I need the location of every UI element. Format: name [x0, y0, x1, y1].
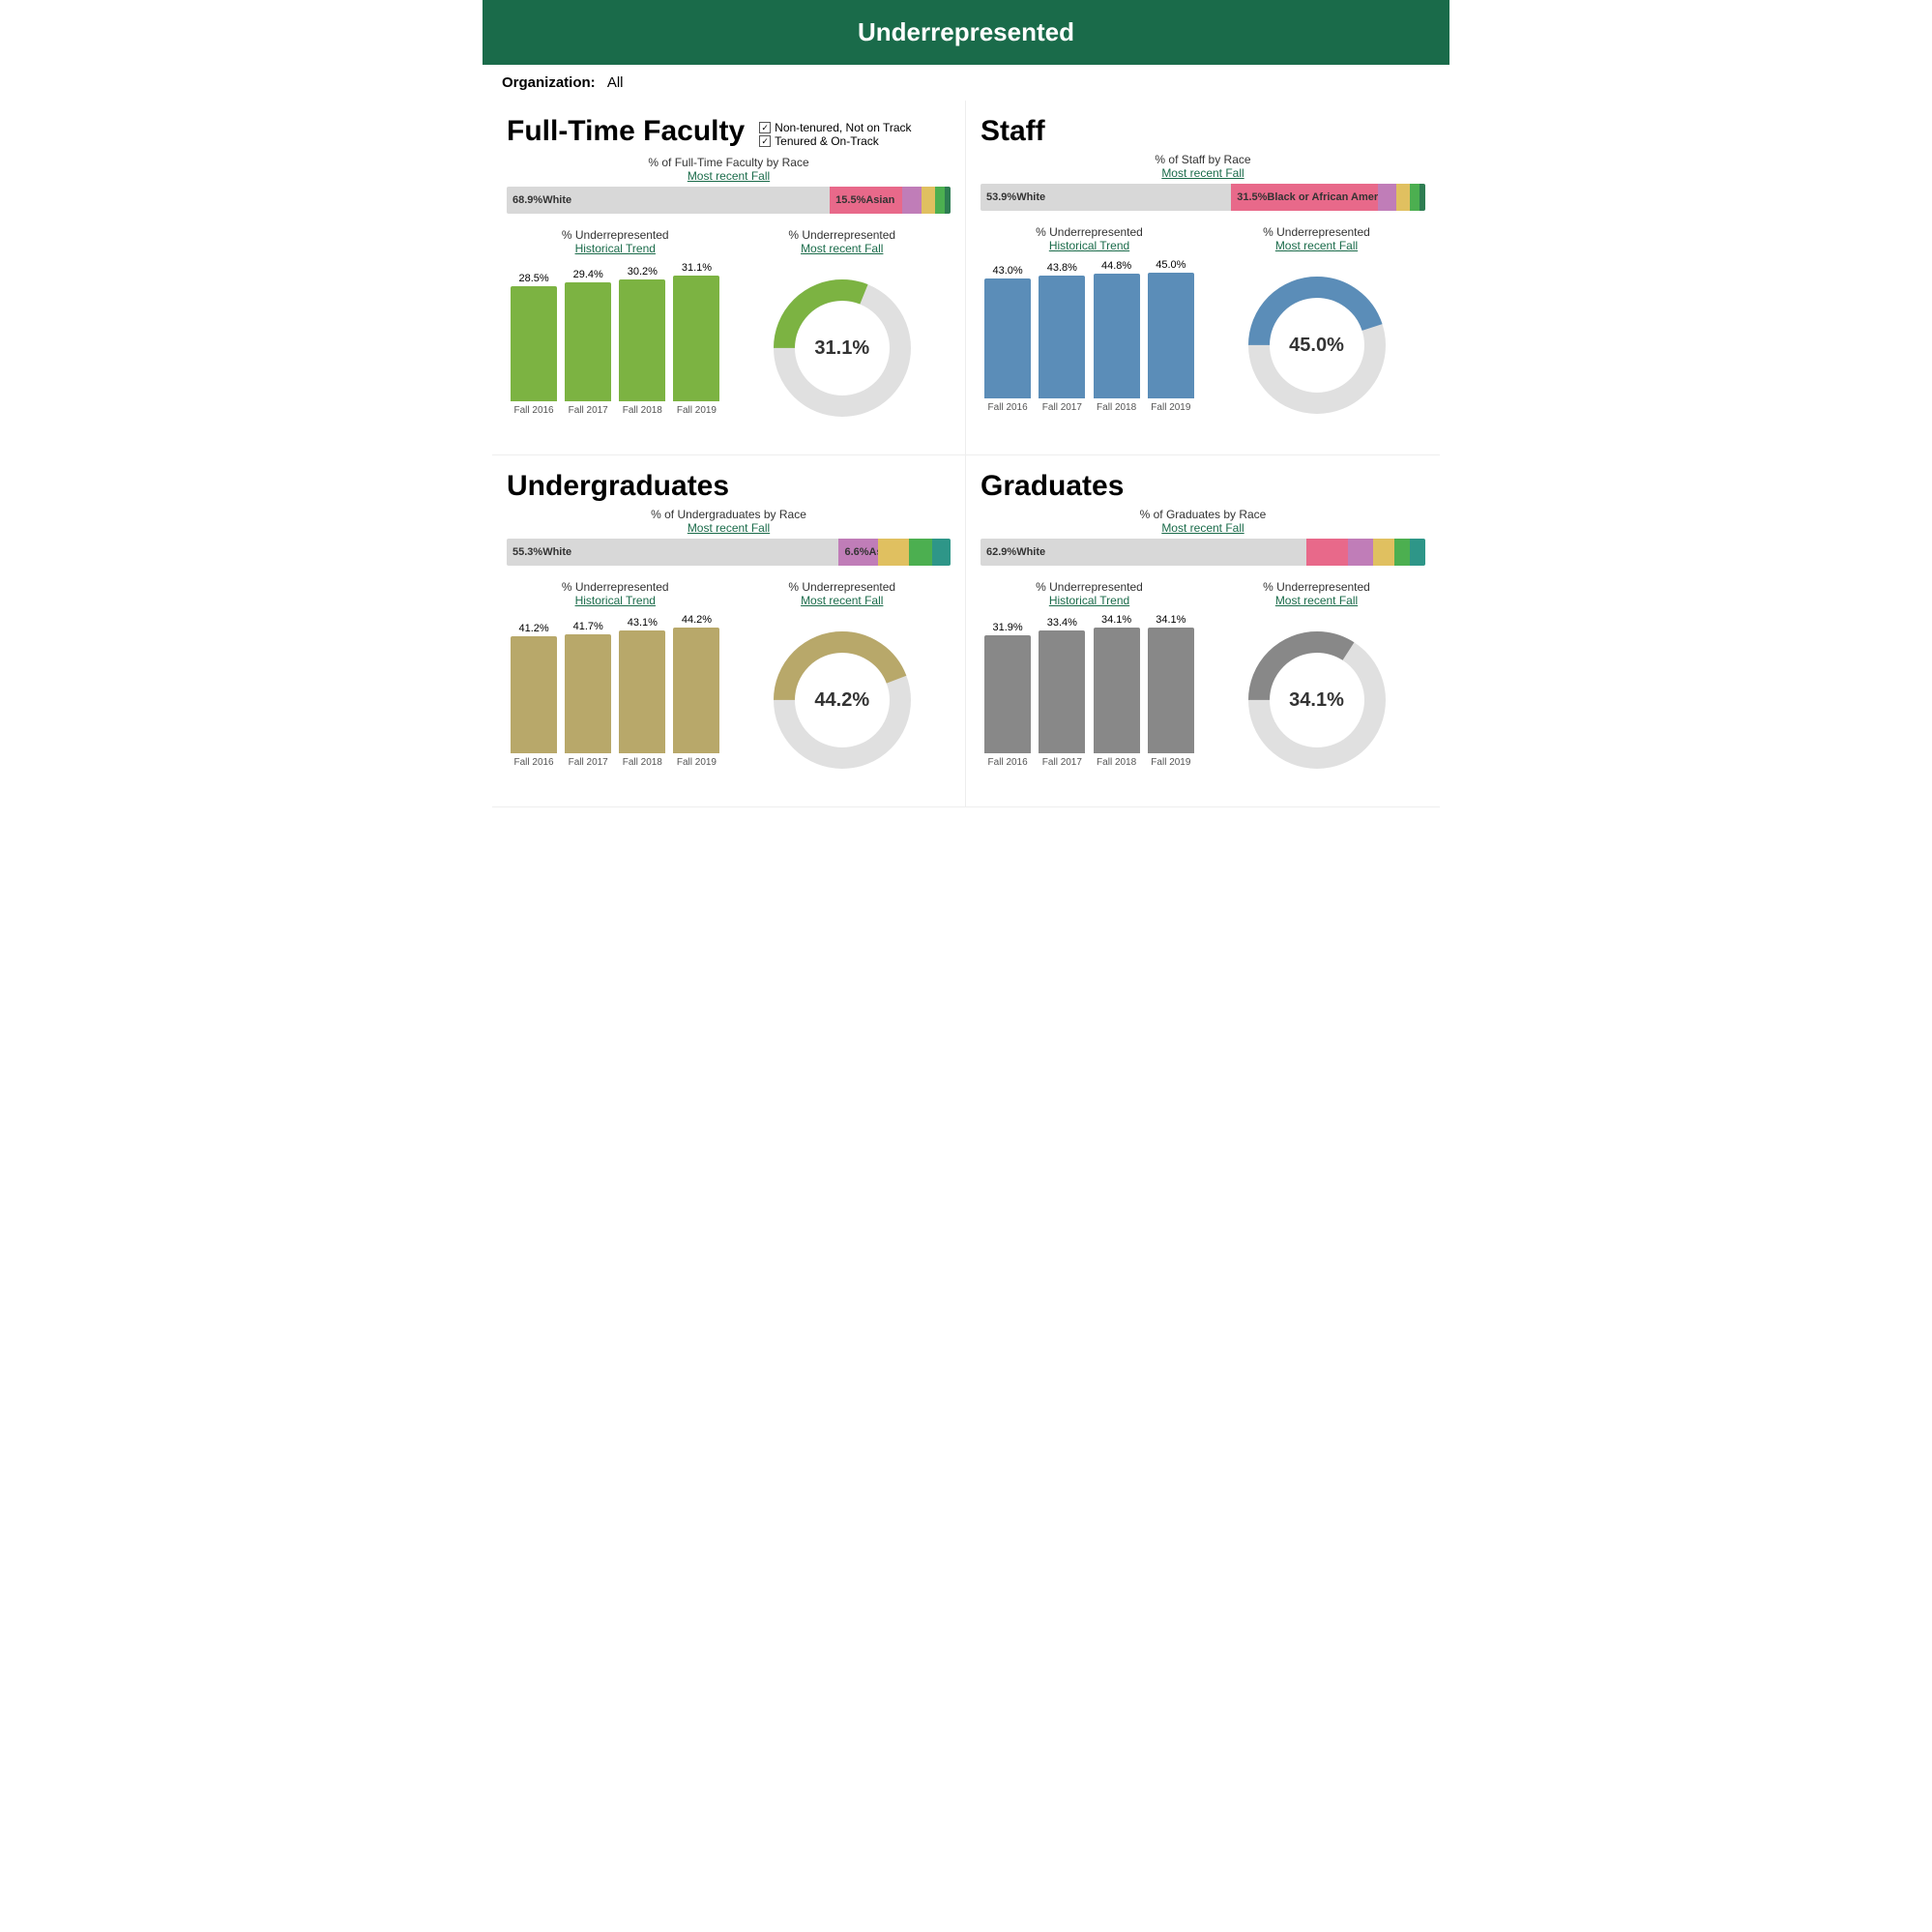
- grad-donut: 34.1%: [1208, 613, 1425, 787]
- undergrad-recent-label: % Underrepresented Most recent Fall: [734, 580, 951, 607]
- staff-race-bar-link[interactable]: Most recent Fall: [1161, 166, 1244, 180]
- grad-section: Graduates % of Graduates by Race Most re…: [966, 455, 1440, 807]
- staff-section: Staff % of Staff by Race Most recent Fal…: [966, 101, 1440, 455]
- staff-historical-link[interactable]: Historical Trend: [1049, 239, 1129, 252]
- header-title: Underrepresented: [858, 17, 1074, 46]
- grad-recent-label: % Underrepresented Most recent Fall: [1208, 580, 1425, 607]
- grad-race-bar-subtitle: % of Graduates by Race Most recent Fall: [981, 508, 1425, 535]
- faculty-legend-2: ✓ Tenured & On-Track: [759, 134, 911, 148]
- org-row: Organization: All: [483, 65, 1449, 101]
- grad-historical-link[interactable]: Historical Trend: [1049, 594, 1129, 607]
- header: Underrepresented: [483, 0, 1449, 65]
- faculty-bar-chart: 28.5%Fall 201629.4%Fall 201730.2%Fall 20…: [507, 261, 724, 416]
- undergrad-race-bar-subtitle: % of Undergraduates by Race Most recent …: [507, 508, 951, 535]
- undergrad-title: Undergraduates: [507, 470, 951, 503]
- staff-race-bar: 53.9%White31.5%Black or African American: [981, 184, 1425, 211]
- undergrad-donut: 44.2%: [734, 613, 951, 787]
- faculty-recent-link[interactable]: Most recent Fall: [801, 242, 883, 255]
- faculty-legend-1-label: Non-tenured, Not on Track: [775, 121, 911, 134]
- faculty-race-bar: 68.9%White15.5%Asian: [507, 187, 951, 214]
- staff-title: Staff: [981, 115, 1425, 148]
- grad-race-bar-link[interactable]: Most recent Fall: [1161, 521, 1244, 535]
- faculty-donut: 31.1%: [734, 261, 951, 435]
- staff-race-bar-subtitle: % of Staff by Race Most recent Fall: [981, 153, 1425, 180]
- grad-recent-link[interactable]: Most recent Fall: [1275, 594, 1358, 607]
- staff-historical-label: % Underrepresented Historical Trend: [981, 225, 1198, 252]
- faculty-race-bar-link[interactable]: Most recent Fall: [688, 169, 770, 183]
- faculty-historical-link[interactable]: Historical Trend: [575, 242, 656, 255]
- undergrad-bar-chart: 41.2%Fall 201641.7%Fall 201743.1%Fall 20…: [507, 613, 724, 768]
- undergrad-recent-link[interactable]: Most recent Fall: [801, 594, 883, 607]
- faculty-section: Full-Time Faculty ✓ Non-tenured, Not on …: [492, 101, 966, 455]
- grad-race-bar: 62.9%White: [981, 539, 1425, 566]
- undergrad-historical-label: % Underrepresented Historical Trend: [507, 580, 724, 607]
- grad-title: Graduates: [981, 470, 1425, 503]
- undergrad-race-bar-link[interactable]: Most recent Fall: [688, 521, 770, 535]
- staff-bar-chart: 43.0%Fall 201643.8%Fall 201744.8%Fall 20…: [981, 258, 1198, 413]
- faculty-recent-label: % Underrepresented Most recent Fall: [734, 228, 951, 255]
- undergrad-historical-link[interactable]: Historical Trend: [575, 594, 656, 607]
- grad-bar-chart: 31.9%Fall 201633.4%Fall 201734.1%Fall 20…: [981, 613, 1198, 768]
- undergrad-race-bar: 55.3%White6.6%Asian: [507, 539, 951, 566]
- staff-recent-label: % Underrepresented Most recent Fall: [1208, 225, 1425, 252]
- grad-historical-label: % Underrepresented Historical Trend: [981, 580, 1198, 607]
- org-label: Organization:: [502, 74, 596, 91]
- faculty-legend-2-label: Tenured & On-Track: [775, 134, 879, 148]
- staff-recent-link[interactable]: Most recent Fall: [1275, 239, 1358, 252]
- undergrad-section: Undergraduates % of Undergraduates by Ra…: [492, 455, 966, 807]
- staff-donut: 45.0%: [1208, 258, 1425, 432]
- faculty-historical-label: % Underrepresented Historical Trend: [507, 228, 724, 255]
- faculty-title: Full-Time Faculty: [507, 115, 745, 148]
- org-value: All: [607, 74, 624, 91]
- faculty-legend-1: ✓ Non-tenured, Not on Track: [759, 121, 911, 134]
- faculty-race-bar-subtitle: % of Full-Time Faculty by Race Most rece…: [507, 156, 951, 183]
